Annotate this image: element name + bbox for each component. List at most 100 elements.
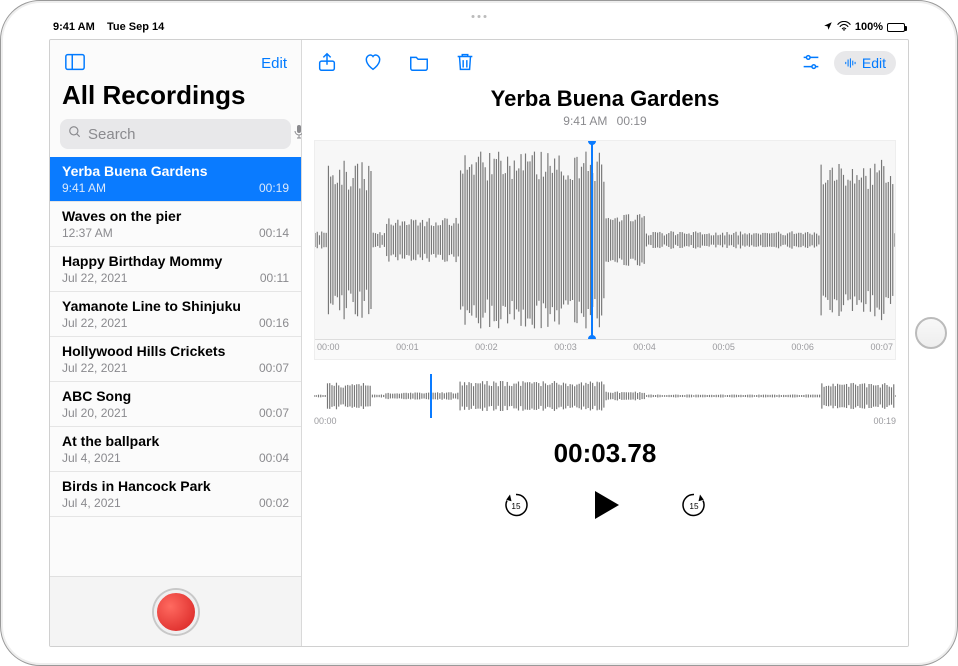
axis-tick: 00:04 [633, 342, 656, 359]
axis-tick: 00:07 [870, 342, 893, 359]
recording-row[interactable]: Happy Birthday Mommy Jul 22, 2021 00:11 [50, 247, 301, 292]
sidebar: Edit All Recordings Yerba Buena Gardens 9… [50, 40, 302, 646]
main-toolbar: Edit [302, 40, 908, 80]
multitasking-dots [472, 15, 487, 18]
move-folder-button[interactable] [406, 49, 432, 78]
trash-icon [454, 51, 476, 73]
skip-forward-icon: 15 [679, 490, 709, 520]
battery-icon [887, 23, 905, 32]
status-bar: 9:41 AM Tue Sep 14 100% [49, 19, 909, 35]
waveform-main-svg [315, 141, 895, 339]
skip-forward-15-button[interactable]: 15 [677, 488, 711, 525]
folder-icon [408, 51, 430, 73]
axis-tick: 00:03 [554, 342, 577, 359]
recording-dur: 00:14 [259, 226, 289, 240]
recording-sub: Jul 22, 2021 [62, 271, 127, 285]
axis-tick: 00:06 [791, 342, 814, 359]
playhead-overview[interactable] [430, 374, 432, 418]
waveform-main[interactable]: 00:00 00:01 00:02 00:03 00:04 00:05 00:06 00:07 [314, 140, 896, 360]
search-icon [68, 125, 82, 143]
skip-back-15-button[interactable]: 15 [499, 488, 533, 525]
waveform-icon [844, 56, 858, 70]
recording-row[interactable]: Yerba Buena Gardens9:41 AM00:19 [50, 157, 301, 202]
share-icon [316, 51, 338, 73]
recording-sub: Jul 22, 2021 [62, 316, 127, 330]
recording-name: Waves on the pier [62, 208, 289, 224]
recording-time: 9:41 AM [563, 114, 607, 128]
record-button[interactable] [154, 590, 198, 634]
recording-name: Happy Birthday Mommy [62, 253, 289, 269]
recording-dur: 00:16 [259, 316, 289, 330]
sidebar-title: All Recordings [50, 80, 301, 119]
axis-tick: 00:02 [475, 342, 498, 359]
recordings-list[interactable]: Yerba Buena Gardens9:41 AM00:19Waves on … [50, 157, 301, 576]
heart-icon [362, 51, 384, 73]
playback-controls: 15 15 [302, 483, 908, 540]
recording-sub: Jul 4, 2021 [62, 496, 121, 510]
sidebar-toolbar: Edit [50, 40, 301, 80]
overview-end: 00:19 [873, 416, 896, 426]
share-button[interactable] [314, 49, 340, 78]
main-panel: Edit Yerba Buena Gardens 9:41 AM 00:19 0… [302, 40, 908, 646]
options-button[interactable] [798, 49, 824, 78]
skip-back-icon: 15 [501, 490, 531, 520]
sidebar-icon [64, 51, 86, 73]
recording-name: Yamanote Line to Shinjuku [62, 298, 289, 314]
recording-row[interactable]: Waves on the pier 12:37 AM 00:14 [50, 202, 301, 247]
recording-row[interactable]: Yamanote Line to Shinjuku Jul 22, 2021 00:… [50, 292, 301, 337]
recording-dur: 00:02 [259, 496, 289, 510]
recording-subtitle: 9:41 AM 00:19 [302, 114, 908, 128]
ipad-frame: 9:41 AM Tue Sep 14 100% Edit All Reco [0, 0, 958, 666]
axis-tick: 00:00 [317, 342, 340, 359]
recording-dur: 00:04 [259, 451, 289, 465]
recording-name: Yerba Buena Gardens [62, 163, 289, 179]
wifi-icon [837, 21, 851, 34]
title-block: Yerba Buena Gardens 9:41 AM 00:19 [302, 80, 908, 132]
search-bar[interactable] [60, 119, 291, 149]
search-input[interactable] [88, 126, 287, 143]
recording-row[interactable]: Birds in Hancock Park Jul 4, 2021 00:02 [50, 472, 301, 517]
axis-tick: 00:01 [396, 342, 419, 359]
overview-start: 00:00 [314, 416, 337, 426]
waveform-overview-svg [314, 378, 896, 414]
recording-row[interactable]: ABC SongJul 20, 202100:07 [50, 382, 301, 427]
recording-dur: 00:07 [259, 406, 289, 420]
recording-row[interactable]: Hollywood Hills CricketsJul 22, 202100:0… [50, 337, 301, 382]
favorite-button[interactable] [360, 49, 386, 78]
sidebar-edit-button[interactable]: Edit [259, 53, 289, 74]
recording-sub: Jul 20, 2021 [62, 406, 127, 420]
playhead-main[interactable] [591, 141, 593, 339]
waveform-overview[interactable]: 00:00 00:19 [314, 378, 896, 428]
delete-button[interactable] [452, 49, 478, 78]
axis-tick: 00:05 [712, 342, 735, 359]
recording-sub: Jul 22, 2021 [62, 361, 127, 375]
recording-sub: 12:37 AM [62, 226, 113, 240]
location-icon [823, 21, 833, 34]
play-icon [585, 485, 625, 525]
sliders-icon [800, 51, 822, 73]
recording-dur: 00:11 [260, 271, 289, 285]
recording-name: At the ballpark [62, 433, 289, 449]
record-bar [50, 576, 301, 646]
svg-text:15: 15 [689, 502, 699, 511]
toggle-sidebar-button[interactable] [62, 49, 88, 78]
battery-pct: 100% [855, 21, 883, 33]
time-axis-main: 00:00 00:01 00:02 00:03 00:04 00:05 00:06 00:07 [315, 339, 895, 359]
timecode: 00:03.78 [302, 438, 908, 469]
time-axis-overview: 00:00 00:19 [314, 416, 896, 426]
recording-title: Yerba Buena Gardens [302, 86, 908, 112]
edit-label: Edit [862, 55, 886, 71]
recording-dur: 00:07 [259, 361, 289, 375]
edit-recording-button[interactable]: Edit [834, 51, 896, 75]
recording-duration: 00:19 [617, 114, 647, 128]
play-button[interactable] [583, 483, 627, 530]
svg-text:15: 15 [511, 502, 521, 511]
recording-row[interactable]: At the ballpark Jul 4, 2021 00:04 [50, 427, 301, 472]
recording-name: Birds in Hancock Park [62, 478, 289, 494]
recording-sub: 9:41 AM [62, 181, 106, 195]
voice-memos-app: Edit All Recordings Yerba Buena Gardens 9… [49, 39, 909, 647]
home-button[interactable] [915, 317, 947, 349]
status-time: 9:41 AM [53, 21, 95, 33]
recording-sub: Jul 4, 2021 [62, 451, 121, 465]
status-date: Tue Sep 14 [107, 21, 164, 33]
